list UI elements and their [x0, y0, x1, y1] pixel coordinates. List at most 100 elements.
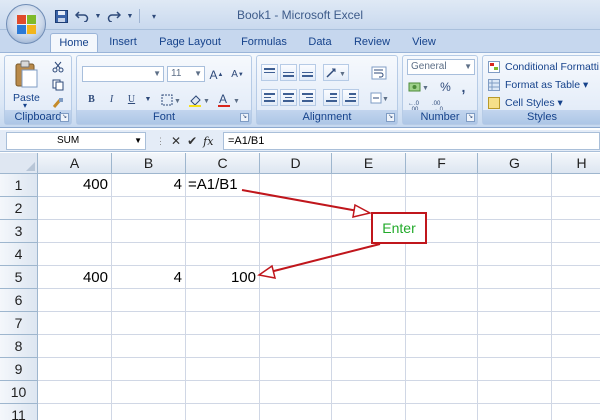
- copy-icon[interactable]: [49, 76, 66, 93]
- column-header-b[interactable]: B: [112, 153, 186, 174]
- number-launcher-icon[interactable]: ↘: [466, 113, 475, 122]
- accounting-format-icon[interactable]: ▼: [407, 78, 429, 95]
- alignment-launcher-icon[interactable]: ↘: [386, 113, 395, 122]
- format-as-table-button[interactable]: Format as Table ▾: [505, 79, 588, 91]
- clipboard-launcher-icon[interactable]: ↘: [60, 113, 69, 122]
- row-header-2[interactable]: 2: [0, 197, 38, 220]
- bold-button[interactable]: B: [83, 91, 100, 108]
- font-launcher-icon[interactable]: ↘: [240, 113, 249, 122]
- svg-text:▼: ▼: [382, 96, 388, 103]
- font-size-dropdown-icon: ▼: [194, 69, 202, 78]
- underline-button[interactable]: U: [123, 91, 140, 108]
- increase-indent-icon[interactable]: [342, 89, 359, 106]
- conditional-formatting-button[interactable]: Conditional Formatti: [505, 61, 599, 73]
- gridline: [405, 174, 406, 420]
- enter-formula-button[interactable]: ✔: [187, 134, 197, 148]
- format-painter-icon[interactable]: [49, 94, 66, 111]
- tab-review[interactable]: Review: [348, 33, 396, 52]
- align-middle-icon[interactable]: [280, 64, 297, 81]
- orientation-icon[interactable]: ▼: [323, 64, 349, 81]
- cell-c1[interactable]: =A1/B1: [188, 176, 238, 193]
- cell-a1[interactable]: 400: [40, 176, 108, 193]
- row-header-1[interactable]: 1: [0, 174, 38, 197]
- decrease-indent-icon[interactable]: [323, 89, 340, 106]
- comma-button[interactable]: ,: [455, 78, 472, 95]
- tab-formulas[interactable]: Formulas: [236, 33, 292, 52]
- row-header-6[interactable]: 6: [0, 289, 38, 312]
- gridline: [38, 219, 600, 220]
- cancel-formula-button[interactable]: ✕: [171, 134, 181, 148]
- gridline: [38, 196, 600, 197]
- cut-icon[interactable]: [49, 58, 66, 75]
- gridline: [551, 174, 552, 420]
- borders-icon[interactable]: ▼: [159, 91, 183, 108]
- svg-text:▼: ▼: [422, 85, 428, 92]
- formula-bar-grip-icon: ⋮: [156, 135, 165, 146]
- select-all-corner[interactable]: [0, 153, 38, 174]
- cell-b5[interactable]: 4: [114, 269, 182, 286]
- svg-text:▼: ▼: [203, 98, 210, 105]
- window-title: Book1 - Microsoft Excel: [236, 8, 364, 22]
- row-header-5[interactable]: 5: [0, 266, 38, 289]
- tab-view[interactable]: View: [404, 33, 444, 52]
- office-logo-icon: [17, 15, 37, 35]
- row-header-3[interactable]: 3: [0, 220, 38, 243]
- column-header-a[interactable]: A: [38, 153, 112, 174]
- wrap-text-icon[interactable]: [369, 64, 389, 81]
- number-group: General ▼ ▼ % , ←.0.00 .00 →.0 Number ↘: [402, 55, 478, 125]
- align-right-icon[interactable]: [299, 89, 316, 106]
- gridline: [38, 380, 600, 381]
- cell-b1[interactable]: 4: [114, 176, 182, 193]
- align-top-icon[interactable]: [261, 64, 278, 81]
- font-size-select[interactable]: 11 ▼: [167, 66, 205, 82]
- number-format-value: General: [411, 61, 447, 72]
- number-format-select[interactable]: General ▼: [407, 59, 475, 75]
- column-header-e[interactable]: E: [332, 153, 406, 174]
- title-bar: ▼ ▼ ▾ Book1 - Microsoft Excel: [0, 0, 600, 30]
- formula-buttons: ⋮ ✕ ✔ fx: [150, 132, 220, 150]
- gridline: [38, 403, 600, 404]
- percent-button[interactable]: %: [437, 78, 454, 95]
- align-center-icon[interactable]: [280, 89, 297, 106]
- row-header-7[interactable]: 7: [0, 312, 38, 335]
- column-header-d[interactable]: D: [260, 153, 332, 174]
- tab-insert[interactable]: Insert: [100, 33, 146, 52]
- cell-styles-button[interactable]: Cell Styles ▾: [505, 97, 563, 109]
- row-header-10[interactable]: 10: [0, 381, 38, 404]
- tab-data[interactable]: Data: [300, 33, 340, 52]
- tab-page-layout[interactable]: Page Layout: [152, 33, 228, 52]
- cell-c5[interactable]: 100: [186, 269, 256, 286]
- name-box-dropdown-icon[interactable]: ▼: [134, 133, 142, 149]
- align-left-icon[interactable]: [261, 89, 278, 106]
- clipboard-group: Paste ▾ Clipboard ↘: [4, 55, 72, 125]
- grow-font-icon[interactable]: A ▲: [208, 66, 225, 83]
- paste-button[interactable]: [13, 60, 39, 94]
- row-header-11[interactable]: 11: [0, 404, 38, 420]
- column-header-c[interactable]: C: [186, 153, 260, 174]
- alignment-group-label: Alignment: [257, 110, 397, 124]
- formula-input[interactable]: =A1/B1: [223, 132, 600, 150]
- cell-a5[interactable]: 400: [40, 269, 108, 286]
- italic-button[interactable]: I: [103, 91, 120, 108]
- row-header-9[interactable]: 9: [0, 358, 38, 381]
- underline-dropdown-icon[interactable]: ▼: [143, 91, 153, 108]
- row-header-4[interactable]: 4: [0, 243, 38, 266]
- insert-function-button[interactable]: fx: [203, 135, 213, 148]
- name-box[interactable]: SUM ▼: [6, 132, 146, 150]
- column-header-g[interactable]: G: [478, 153, 552, 174]
- conditional-formatting-icon: [487, 58, 501, 75]
- column-header-f[interactable]: F: [406, 153, 478, 174]
- font-color-icon[interactable]: A ▼: [215, 91, 243, 108]
- font-name-select[interactable]: ▼: [82, 66, 164, 82]
- merge-center-icon[interactable]: ▼: [369, 89, 389, 106]
- fill-color-icon[interactable]: ▼: [187, 91, 211, 108]
- column-header-h[interactable]: H: [552, 153, 600, 174]
- paste-dropdown-icon[interactable]: ▾: [23, 101, 27, 110]
- office-button[interactable]: [6, 4, 46, 44]
- gridline: [259, 174, 260, 420]
- tab-home[interactable]: Home: [50, 33, 98, 52]
- shrink-font-icon[interactable]: A ▼: [229, 66, 246, 83]
- row-header-8[interactable]: 8: [0, 335, 38, 358]
- styles-group: Conditional Formatti Format as Table ▾ C…: [482, 55, 600, 125]
- align-bottom-icon[interactable]: [299, 64, 316, 81]
